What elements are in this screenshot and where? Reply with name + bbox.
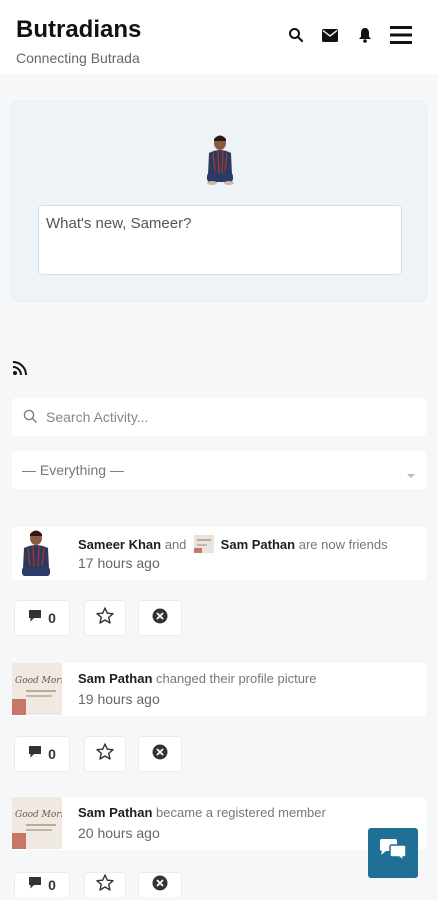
activity-card: Sameer Khan and Sam Pathan are now frien… [12, 527, 426, 580]
avatar-card-text: Good Morning [15, 676, 62, 686]
action-text: changed their profile picture [156, 671, 317, 686]
comment-count: 0 [48, 746, 56, 762]
activity-card: Good Morning Sam Pathan became a registe… [12, 797, 426, 850]
mail-icon[interactable] [319, 24, 341, 46]
search-icon[interactable] [285, 24, 307, 46]
site-tagline: Connecting Butrada [16, 50, 140, 66]
comment-button[interactable]: 0 [14, 872, 70, 897]
activity-search [12, 398, 426, 436]
comment-icon [28, 609, 42, 628]
favorite-button[interactable] [84, 600, 126, 636]
bell-icon[interactable] [354, 24, 376, 46]
star-icon [96, 743, 114, 765]
search-activity-input[interactable] [46, 398, 416, 436]
avatar[interactable] [12, 527, 62, 579]
favorite-button[interactable] [84, 872, 126, 897]
activity-filter-select[interactable]: — Everything — [12, 451, 426, 489]
activity-description: Sam Pathan became a registered member [78, 805, 326, 820]
activity-time[interactable]: 19 hours ago [78, 691, 160, 707]
avatar[interactable]: Good Morning [12, 797, 81, 849]
menu-icon[interactable] [390, 24, 412, 46]
star-icon [96, 607, 114, 629]
actor-link[interactable]: Sameer Khan [78, 537, 161, 552]
search-icon [23, 409, 38, 429]
delete-button[interactable] [138, 600, 182, 636]
avatar[interactable] [194, 535, 215, 553]
connector-text: and [164, 537, 187, 552]
chevron-down-icon [406, 466, 416, 484]
whats-new-input[interactable] [38, 205, 402, 275]
target-link[interactable]: Sam Pathan [221, 537, 295, 552]
star-icon [96, 874, 114, 896]
activity-description: Sameer Khan and Sam Pathan are now frien… [78, 535, 388, 553]
rss-icon[interactable] [12, 360, 28, 376]
activity-time[interactable]: 17 hours ago [78, 555, 160, 571]
actor-link[interactable]: Sam Pathan [78, 805, 152, 820]
action-text: became a registered member [156, 805, 326, 820]
chat-icon [378, 838, 408, 868]
comment-button[interactable]: 0 [14, 736, 70, 772]
comment-icon [28, 745, 42, 764]
action-text: are now friends [298, 537, 388, 552]
activity-description: Sam Pathan changed their profile picture [78, 671, 316, 686]
delete-button[interactable] [138, 872, 182, 897]
avatar-card-text: Good Morning [15, 810, 62, 820]
comment-button[interactable]: 0 [14, 600, 70, 636]
favorite-button[interactable] [84, 736, 126, 772]
delete-button[interactable] [138, 736, 182, 772]
whats-new-form [11, 100, 427, 302]
close-circle-icon [152, 608, 168, 629]
site-title[interactable]: Butradians [16, 16, 141, 44]
close-circle-icon [152, 875, 168, 896]
actor-link[interactable]: Sam Pathan [78, 671, 152, 686]
activity-card: Good Morning Sam Pathan changed their pr… [12, 663, 426, 716]
comment-icon [28, 876, 42, 895]
user-avatar[interactable] [202, 131, 238, 185]
close-circle-icon [152, 744, 168, 765]
comment-count: 0 [48, 877, 56, 893]
comment-count: 0 [48, 610, 56, 626]
site-header: Butradians Connecting Butrada [0, 0, 438, 74]
chat-button[interactable] [368, 828, 418, 878]
filter-selected-value: — Everything — [22, 462, 124, 478]
avatar[interactable]: Good Morning [12, 663, 81, 715]
activity-time[interactable]: 20 hours ago [78, 825, 160, 841]
